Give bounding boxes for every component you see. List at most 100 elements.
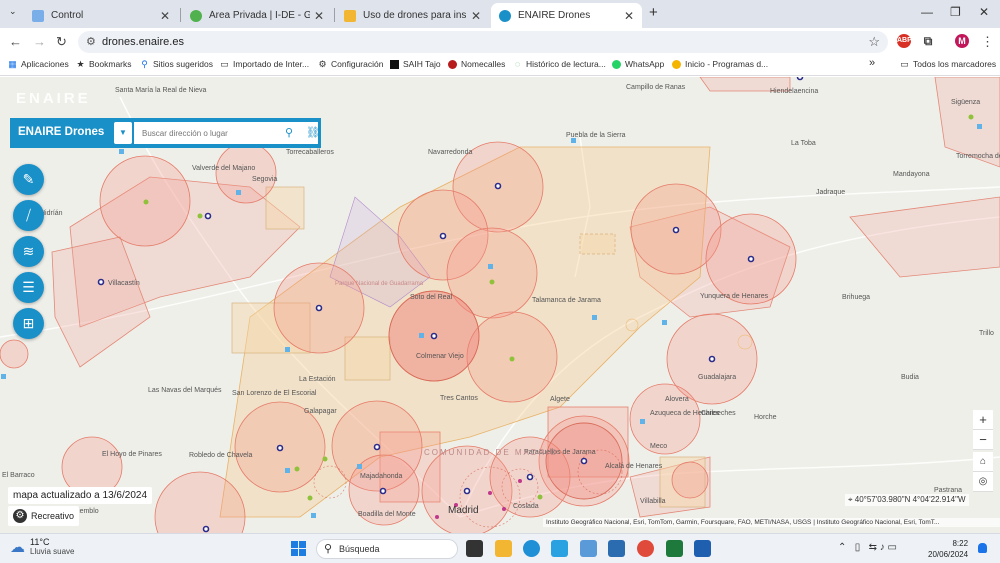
weather-widget[interactable]: ☁ 11°C Lluvia suave xyxy=(10,537,74,557)
rain-cloud-icon: ☁ xyxy=(10,539,25,556)
layers-button[interactable]: ≋ xyxy=(13,236,44,267)
new-tab-icon[interactable]: + xyxy=(649,4,658,21)
map-label: Torremocha del Campo xyxy=(956,153,1000,160)
tray-chevron-icon: ⌃ xyxy=(838,542,847,553)
tab-uso-drones[interactable]: Uso de drones para inspección ✕ xyxy=(336,3,489,28)
cloud-favicon-icon xyxy=(32,9,44,22)
system-tray[interactable]: ⌃ ▯ ⇆ ♪ ▭ xyxy=(838,542,897,553)
map-label: Sigüenza xyxy=(951,99,981,106)
basemap-grid-button[interactable]: ⊞ xyxy=(13,308,44,339)
saih-icon xyxy=(390,59,399,69)
task-view-icon[interactable] xyxy=(466,540,483,557)
bookmarks-overflow-chevron-icon[interactable]: » xyxy=(869,57,875,69)
map-label: Colmenar Viejo xyxy=(416,353,464,360)
measure-button[interactable]: ⧸ xyxy=(13,200,44,231)
map-label: Guadalajara xyxy=(698,374,737,381)
minimize-icon[interactable]: — xyxy=(921,5,933,19)
draw-pencil-button[interactable]: ✎ xyxy=(13,164,44,195)
adblock-extension-icon[interactable]: ABP xyxy=(897,34,912,48)
map-label: Villacastín xyxy=(108,280,140,287)
close-window-icon[interactable]: ✕ xyxy=(979,5,989,19)
map-label: Villabilla xyxy=(640,498,666,505)
home-icon[interactable]: ⌂ xyxy=(973,452,993,472)
zoom-out-button[interactable]: − xyxy=(973,430,993,450)
taskbar-search[interactable]: ⚲ Búsqueda xyxy=(316,539,458,559)
map-label: Algete xyxy=(550,396,570,403)
bookmark-item[interactable]: ★ Bookmarks xyxy=(76,58,131,69)
search-icon[interactable]: ⚲ xyxy=(278,122,300,144)
map-label: El Barraco xyxy=(2,472,35,479)
map-label: Santa María la Real de Nieva xyxy=(115,87,207,94)
bookmark-item[interactable]: SAIH Tajo xyxy=(390,59,441,69)
layer-dropdown-chevron-icon[interactable]: ▼ xyxy=(114,122,132,144)
address-bar[interactable]: ⚙ drones.enaire.es ☆ xyxy=(78,31,888,53)
excel-icon[interactable] xyxy=(666,540,683,557)
map-label: San Lorenzo de El Escorial xyxy=(232,390,317,397)
bookmark-item[interactable]: ⚙ Configuración xyxy=(318,59,383,69)
legend-list-button[interactable]: ☰ xyxy=(13,272,44,303)
tab-area-privada[interactable]: Área Privada | I-DE - Grupo Iber ✕ xyxy=(182,3,332,28)
all-bookmarks[interactable]: ▭ Todos los marcadores xyxy=(900,59,996,69)
weather-temp: 11°C xyxy=(30,537,50,547)
locate-icon[interactable]: ◎ xyxy=(973,472,993,492)
windows-start-icon[interactable] xyxy=(291,541,306,556)
close-tab-icon[interactable]: ✕ xyxy=(471,9,481,23)
app-icon[interactable] xyxy=(580,540,597,557)
extensions-puzzle-icon[interactable]: ⧉ xyxy=(921,34,935,48)
bookmark-star-icon[interactable]: ☆ xyxy=(868,34,880,50)
map-label: Brihuega xyxy=(842,294,871,301)
bookmark-item[interactable]: ▭ Importado de Inter... xyxy=(220,59,309,69)
mode-selector[interactable]: ⚙ Recreativo xyxy=(8,506,80,526)
map-label: Jadraque xyxy=(816,189,846,196)
tab-search-chevron-icon[interactable]: ⌄ xyxy=(9,6,17,17)
close-tab-icon[interactable]: ✕ xyxy=(314,9,324,23)
app-icon[interactable] xyxy=(551,540,568,557)
app-icon[interactable] xyxy=(608,540,625,557)
bookmark-item[interactable]: Nomecalles xyxy=(448,59,505,69)
profile-avatar[interactable]: M xyxy=(955,34,969,48)
browser-menu-icon[interactable]: ⋮ xyxy=(981,34,994,50)
nomecalles-icon xyxy=(448,59,457,69)
tab-title: Uso de drones para inspección xyxy=(363,10,467,21)
bookmark-item[interactable]: ◌ Histórico de lectura... xyxy=(513,59,606,69)
bookmark-item[interactable]: Inicio - Programas d... xyxy=(672,59,768,69)
star-icon: ★ xyxy=(76,58,85,69)
close-tab-icon[interactable]: ✕ xyxy=(624,9,634,23)
network-icon: ⇆ xyxy=(868,542,877,553)
clock[interactable]: 8:22 20/06/2024 xyxy=(928,538,968,560)
whatsapp-icon xyxy=(612,59,621,69)
tab-control[interactable]: Control ✕ xyxy=(24,3,178,28)
map-label: Torrecaballeros xyxy=(286,149,334,156)
map-label: Mandayona xyxy=(893,171,930,178)
bookmark-item[interactable]: ⚲ Sitios sugeridos xyxy=(140,59,213,69)
notification-bell-icon[interactable] xyxy=(978,543,987,553)
bookmark-item[interactable]: ▦ Aplicaciones xyxy=(8,59,69,69)
edge-icon[interactable] xyxy=(523,540,540,557)
chrome-icon[interactable] xyxy=(637,540,654,557)
forward-icon[interactable]: → xyxy=(33,34,46,49)
bookmark-item[interactable]: WhatsApp xyxy=(612,59,664,69)
grid-icon: ⊞ xyxy=(22,315,35,331)
url-text: drones.enaire.es xyxy=(102,36,184,48)
search-panel: ENAIRE Drones ▼ ⚲ ⛓ xyxy=(10,118,321,148)
map-label: Boadilla del Monte xyxy=(358,511,416,518)
programs-icon xyxy=(672,59,681,69)
back-icon[interactable]: ← xyxy=(9,34,22,49)
site-info-icon[interactable]: ⚙ xyxy=(86,35,96,48)
map-view[interactable]: Santa María la Real de Nieva Torrecaball… xyxy=(0,77,1000,533)
apps-grid-icon: ▦ xyxy=(8,58,17,69)
tab-title: ENAIRE Drones xyxy=(518,10,591,21)
list-icon: ☰ xyxy=(22,279,35,295)
reload-icon[interactable]: ↻ xyxy=(56,34,67,50)
address-toolbar: ← → ↻ ⚙ drones.enaire.es ☆ ABP ⧉ M ⋮ xyxy=(0,28,1000,56)
close-tab-icon[interactable]: ✕ xyxy=(160,9,170,23)
coordinates-readout: ⌖ 40°57'03.980"N 4°04'22.914"W xyxy=(845,494,969,506)
word-icon[interactable] xyxy=(694,540,711,557)
file-explorer-icon[interactable] xyxy=(495,540,512,557)
restore-icon[interactable]: ❐ xyxy=(950,5,961,19)
zoom-in-button[interactable]: + xyxy=(973,410,993,430)
link-icon[interactable]: ⛓ xyxy=(302,122,324,144)
map-label: Robledo de Chavela xyxy=(189,452,253,459)
map-updated-note: mapa actualizado a 13/6/2024 xyxy=(8,487,153,504)
tab-enaire-drones[interactable]: ENAIRE Drones ✕ xyxy=(491,3,642,28)
